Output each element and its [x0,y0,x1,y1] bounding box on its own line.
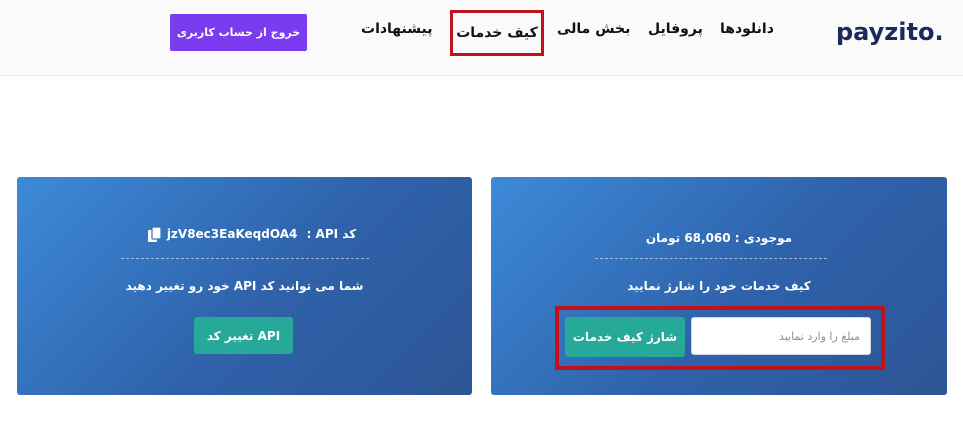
api-code-line: jzV8ec3EaKeqdOA4 کد API : [17,227,472,241]
api-description: شما می توانید کد API خود رو تغییر دهید [125,279,364,293]
divider [595,258,827,259]
nav-profile[interactable]: پروفایل [648,21,703,43]
nav-downloads[interactable]: دانلودها [720,21,774,43]
wallet-description: کیف خدمات خود را شارژ نمایید [627,279,811,293]
balance-text: موجودی : 68,060 تومان [645,231,793,245]
logo-text: payzito. [836,18,944,46]
logo[interactable]: payzito. [836,12,948,52]
api-label: کد API : [306,227,357,241]
api-card: jzV8ec3EaKeqdOA4 کد API : شما می توانید … [17,177,472,395]
nav-suggestions[interactable]: پیشنهادات [361,21,432,43]
wallet-card: موجودی : 68,060 تومان کیف خدمات خود را ش… [491,177,947,395]
change-api-button[interactable]: تغییر کد API [194,317,293,354]
charge-form-highlight: شارژ کیف خدمات [555,306,885,370]
nav-wallet-highlight: کیف خدمات [450,10,544,56]
api-code: jzV8ec3EaKeqdOA4 [166,227,298,241]
charge-wallet-button[interactable]: شارژ کیف خدمات [565,317,685,357]
nav-finance[interactable]: بخش مالی [557,21,630,43]
amount-input[interactable] [691,317,871,355]
nav-wallet[interactable]: کیف خدمات [456,25,538,41]
top-header: payzito. دانلودها پروفایل بخش مالی کیف خ… [0,0,963,76]
divider [121,258,369,259]
logout-button[interactable]: خروج از حساب کاربری [170,14,307,51]
